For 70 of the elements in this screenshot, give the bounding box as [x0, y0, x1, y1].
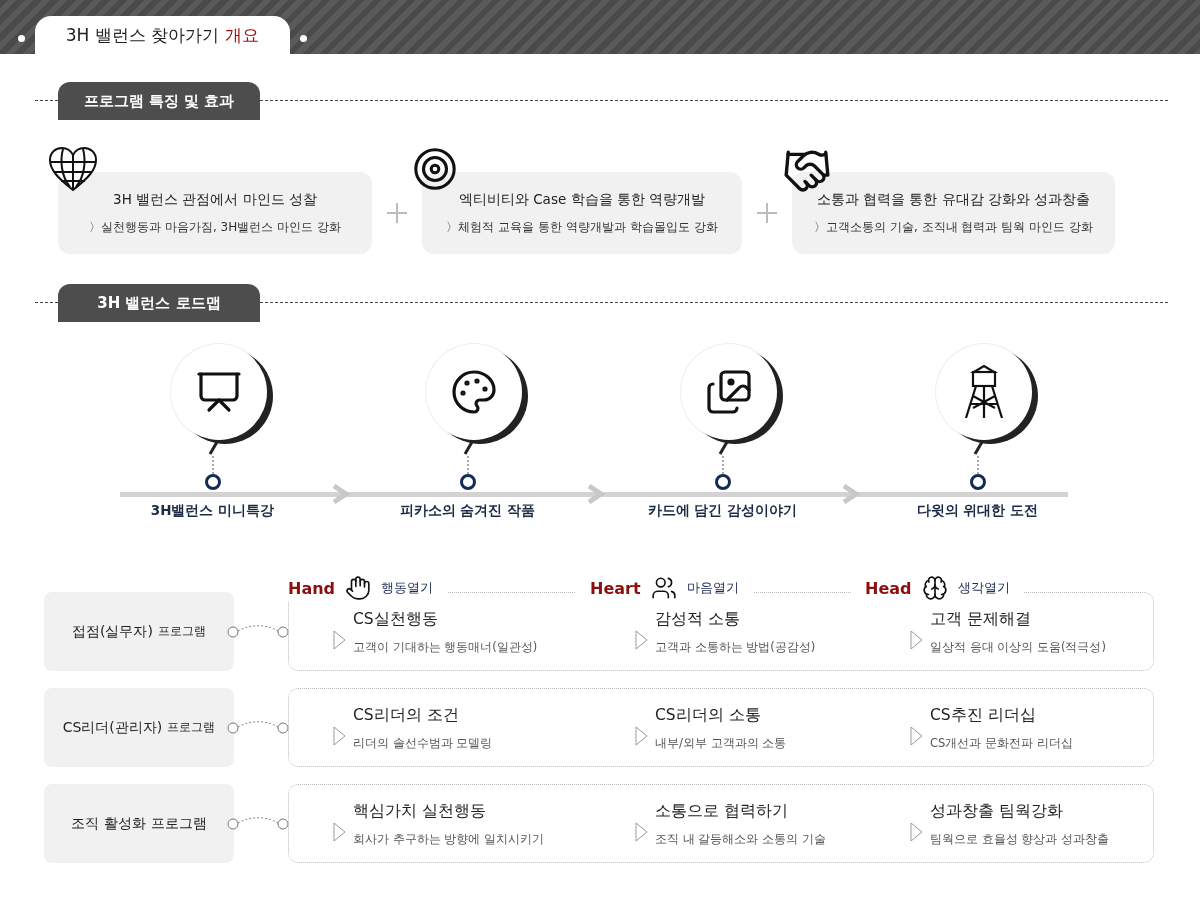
item-title: 성과창출 팀웍강화 [930, 800, 1064, 822]
triangle-icon [910, 629, 923, 650]
triangle-icon [910, 725, 923, 746]
column-title: Heart [590, 578, 641, 598]
dot-icon [18, 35, 25, 42]
triangle-icon [333, 725, 346, 746]
triangle-icon [333, 629, 346, 650]
column-subtitle: 마음열기 [686, 579, 739, 597]
triangle-icon [635, 725, 648, 746]
program-suffix: 프로그램 [150, 814, 207, 833]
timeline-node [969, 474, 986, 490]
timeline-node [204, 474, 221, 490]
item-title: 소통으로 협력하기 [655, 800, 789, 822]
item-detail: 고객이 기대하는 행동매너(일관성) [353, 639, 538, 655]
item-detail: 회사가 추구하는 방향에 일치시키기 [353, 831, 544, 847]
people-icon [650, 575, 677, 601]
item-title: CS리더의 조건 [353, 704, 460, 726]
program-name: 접점(실무자) [72, 622, 153, 641]
item-title: 핵심가치 실천행동 [353, 800, 487, 822]
chevron-icon [840, 484, 862, 504]
section-heading: 프로그램 특징 및 효과 [58, 82, 260, 120]
target-icon [412, 146, 458, 192]
plus-icon [756, 202, 778, 224]
column-title: Head [865, 578, 912, 598]
pictures-icon [704, 368, 753, 416]
item-detail: 조직 내 갈등해소와 소통의 기술 [655, 831, 826, 847]
section-heading: 3H 밸런스 로드맵 [58, 284, 260, 322]
item-title: CS리더의 소통 [655, 704, 762, 726]
palette-icon [449, 368, 498, 416]
item-detail: 고객과 소통하는 방법(공감성) [655, 639, 816, 655]
item-detail: 팀웍으로 효율성 향상과 성과창출 [930, 831, 1109, 847]
step-label: 다윗의 위대한 도전 [916, 502, 1039, 520]
feature-detail: 〉체험적 교육을 통한 역량개발과 학습몰입도 강화 [446, 218, 718, 236]
triangle-icon [910, 821, 923, 842]
program-name: 조직 활성화 [71, 814, 146, 833]
triangle-icon [635, 629, 648, 650]
item-detail: 내부/외부 고객과의 소통 [655, 735, 787, 751]
triangle-icon [635, 821, 648, 842]
dot-icon [300, 35, 307, 42]
item-detail: 일상적 응대 이상의 도움(적극성) [930, 639, 1106, 655]
step-label: 피카소의 숨겨진 작품 [399, 502, 536, 520]
heart-globe-icon [48, 146, 98, 192]
feature-title: 3H 밸런스 관점에서 마인드 성찰 [113, 190, 317, 209]
feature-detail: 〉실천행동과 마음가짐, 3H밸런스 마인드 강화 [89, 218, 341, 236]
column-title: Hand [288, 578, 336, 598]
feature-title: 소통과 협력을 통한 유대감 강화와 성과창출 [816, 190, 1091, 209]
column-subtitle: 행동열기 [381, 579, 434, 597]
program-suffix: 프로그램 [167, 719, 216, 736]
timeline-node [714, 474, 731, 490]
feature-detail: 〉고객소통의 기술, 조직내 협력과 팀웍 마인드 강화 [814, 218, 1093, 236]
feature-title: 엑티비티와 Case 학습을 통한 역량개발 [458, 190, 706, 209]
item-title: 고객 문제해결 [930, 608, 1032, 630]
timeline-node [459, 474, 476, 490]
plus-icon [386, 202, 408, 224]
item-title: 감성적 소통 [655, 608, 741, 630]
step-label: 3H밸런스 미니특강 [150, 502, 275, 520]
item-detail: CS개선과 문화전파 리더십 [930, 735, 1073, 751]
column-subtitle: 생각열기 [957, 579, 1010, 597]
step-label: 카드에 담긴 감성이야기 [647, 502, 798, 520]
hand-icon [345, 575, 372, 601]
chevron-icon [330, 484, 352, 504]
title-highlight: 개요 [225, 23, 260, 47]
item-title: CS실천행동 [353, 608, 439, 630]
chevron-icon [585, 484, 607, 504]
triangle-icon [333, 821, 346, 842]
item-title: CS추진 리더십 [930, 704, 1037, 726]
program-suffix: 프로그램 [157, 623, 206, 640]
program-name: CS리더(관리자) [62, 718, 163, 737]
item-detail: 리더의 솔선수범과 모델링 [353, 735, 493, 751]
page-title: 3H 밸런스 찾아가기 [65, 23, 220, 47]
